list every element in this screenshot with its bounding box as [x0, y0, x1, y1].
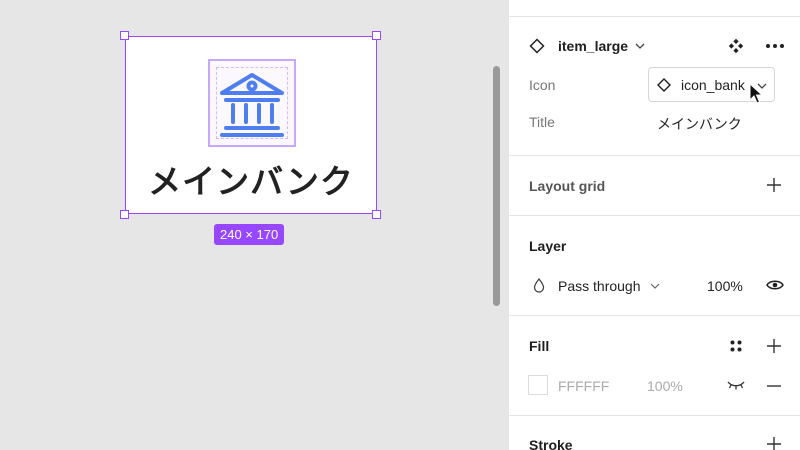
- add-layout-grid-icon[interactable]: [767, 178, 781, 192]
- more-options-icon[interactable]: [765, 43, 785, 49]
- remove-fill-icon[interactable]: [767, 385, 781, 387]
- size-badge: 240 × 170: [214, 224, 285, 245]
- styles-grid-icon[interactable]: [730, 340, 742, 352]
- divider: [509, 315, 800, 316]
- fill-color-swatch[interactable]: [528, 375, 548, 395]
- eye-closed-icon[interactable]: [726, 380, 746, 390]
- layer-opacity-input[interactable]: 100%: [707, 278, 743, 294]
- add-stroke-icon[interactable]: [767, 437, 781, 450]
- instance-diamond-icon: [657, 78, 671, 92]
- title-property-label: Title: [529, 114, 555, 130]
- layout-grid-label: Layout grid: [529, 178, 606, 194]
- chevron-down-icon[interactable]: [650, 282, 660, 290]
- divider: [509, 16, 800, 17]
- mouse-cursor-icon: [749, 83, 763, 104]
- blend-mode-drop-icon: [533, 278, 545, 293]
- divider: [509, 215, 800, 216]
- properties-panel: item_large Icon icon_bank Title メインバンク L…: [508, 0, 800, 450]
- stroke-section-label: Stroke: [529, 437, 573, 450]
- bank-icon: [220, 73, 284, 137]
- fill-opacity-input[interactable]: 100%: [647, 378, 683, 394]
- component-name[interactable]: item_large: [558, 38, 628, 54]
- component-diamond-icon: [529, 38, 545, 54]
- fill-section-label: Fill: [529, 338, 550, 354]
- resize-handle-top-left[interactable]: [120, 31, 129, 40]
- blend-mode-select[interactable]: Pass through: [558, 278, 641, 294]
- fill-hex-input[interactable]: FFFFFF: [558, 378, 609, 394]
- resize-handle-bottom-right[interactable]: [372, 210, 381, 219]
- resize-handle-bottom-left[interactable]: [120, 210, 129, 219]
- component-set-icon[interactable]: [728, 38, 744, 54]
- icon-property-label: Icon: [529, 77, 556, 93]
- icon-dropdown-value: icon_bank: [681, 77, 745, 93]
- divider: [509, 155, 800, 156]
- selected-frame[interactable]: メインバンク: [125, 36, 377, 214]
- icon-instance[interactable]: [208, 59, 296, 147]
- divider: [509, 415, 800, 416]
- add-fill-icon[interactable]: [767, 339, 781, 353]
- eye-icon[interactable]: [766, 279, 784, 291]
- title-property-value[interactable]: メインバンク: [657, 114, 742, 134]
- frame-title-text: メインバンク: [148, 162, 354, 201]
- design-canvas[interactable]: メインバンク 240 × 170: [0, 0, 508, 450]
- layer-section-label: Layer: [529, 238, 567, 254]
- canvas-scrollbar[interactable]: [493, 66, 500, 306]
- resize-handle-top-right[interactable]: [372, 31, 381, 40]
- chevron-down-icon[interactable]: [635, 42, 645, 50]
